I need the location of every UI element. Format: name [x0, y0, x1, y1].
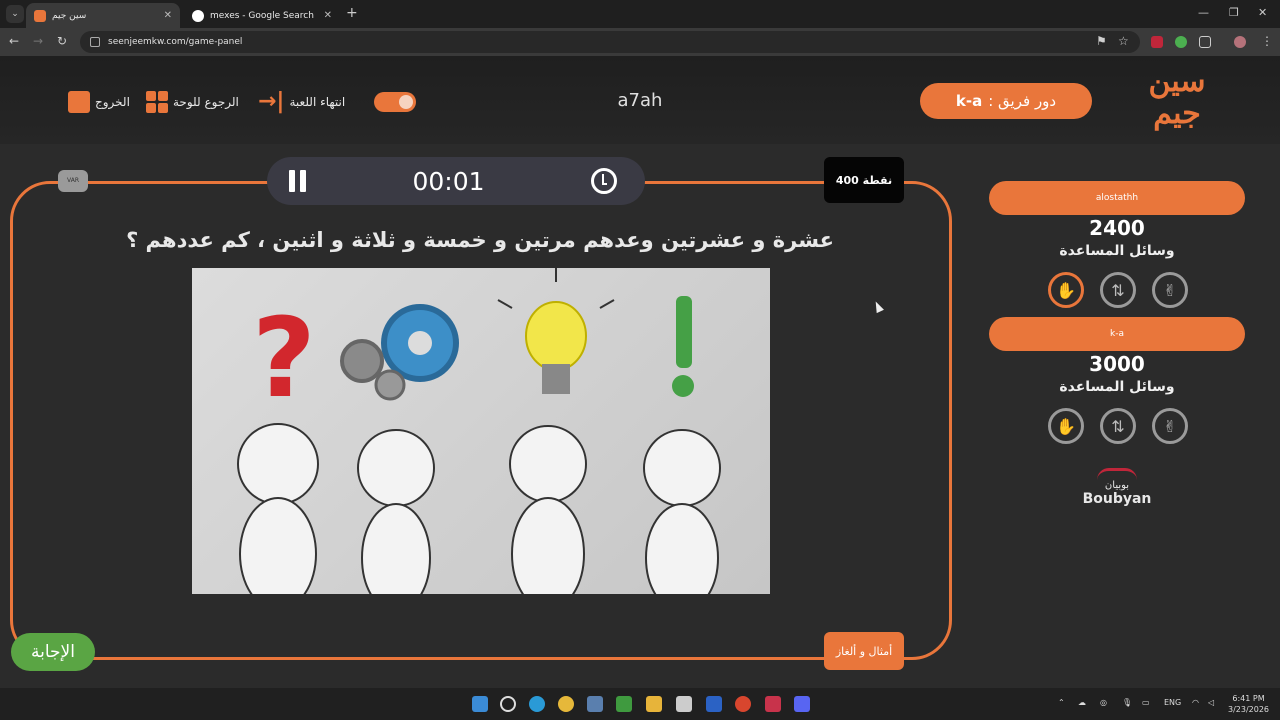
help-tools-label: وسائل المساعدة	[1059, 243, 1175, 259]
back-to-board-label: الرجوع للوحة	[173, 95, 239, 109]
sound-toggle[interactable]	[374, 90, 416, 114]
url-text: seenjeemkw.com/game-panel	[108, 37, 243, 47]
acrobat-icon[interactable]	[765, 696, 781, 712]
browser-toolbar: ← → ↻ seenjeemkw.com/game-panel ⚑ ☆ ⋮	[0, 28, 1280, 56]
sponsor-arabic: بوبيان	[1104, 480, 1130, 491]
maximize-button[interactable]: ❐	[1229, 6, 1239, 19]
tab-search-button[interactable]: ⌄	[6, 5, 24, 23]
discord-icon[interactable]	[794, 696, 810, 712]
team-score: 3000	[1089, 352, 1145, 376]
board-grid-icon	[146, 91, 168, 113]
question-image: ?	[192, 268, 770, 594]
new-tab-button[interactable]: +	[346, 5, 358, 21]
chrome-icon[interactable]	[558, 696, 574, 712]
team-name-alostathh: alostathh	[989, 181, 1245, 215]
question-text: عشرة و عشرتين وعدهم مرتين و خمسة و ثلاثة…	[126, 228, 834, 252]
clock-time: 6:41 PM	[1232, 694, 1265, 703]
points-badge: 400 نقطة	[824, 157, 904, 203]
help-tools-row: ✋ ⇅ ✌	[1048, 272, 1188, 308]
seen-jeem-favicon-icon	[34, 9, 46, 22]
windows-taskbar: ⌃ ☁ ◎ 🎙 ▭ ENG ◠ ◁ 6:41 PM 3/23/2026	[0, 688, 1280, 720]
swap-question-icon[interactable]: ⇅	[1100, 272, 1136, 308]
game-title: a7ah	[617, 90, 663, 111]
windows-start-icon[interactable]	[472, 696, 488, 712]
hand-stop-icon[interactable]: ✋	[1048, 272, 1084, 308]
tray-app-icon[interactable]: ◎	[1100, 698, 1107, 707]
team-name-k-a: k-a	[989, 317, 1245, 351]
browser-menu-icon[interactable]: ⋮	[1261, 34, 1273, 48]
onedrive-icon[interactable]: ☁	[1078, 698, 1086, 707]
close-tab-icon[interactable]: ✕	[164, 10, 172, 21]
svg-text:?: ?	[252, 294, 316, 422]
minecraft-icon[interactable]	[616, 696, 632, 712]
tray-chevron-icon[interactable]: ⌃	[1058, 698, 1065, 707]
tray-app-icon[interactable]: ▭	[1142, 698, 1150, 707]
swap-question-icon[interactable]: ⇅	[1100, 408, 1136, 444]
back-arrow-icon[interactable]: ←	[9, 34, 19, 48]
search-icon[interactable]	[500, 696, 516, 712]
end-arrow-icon: →|	[258, 89, 285, 114]
boubyan-arc-icon	[1097, 468, 1137, 480]
profile-avatar[interactable]	[1234, 36, 1246, 48]
address-bar[interactable]: seenjeemkw.com/game-panel	[80, 31, 1140, 53]
clock-date: 3/23/2026	[1228, 705, 1270, 714]
seen-jeem-logo: سين جيم	[1148, 64, 1206, 131]
file-explorer-icon[interactable]	[646, 696, 662, 712]
taskbar-clock[interactable]: 6:41 PM 3/23/2026	[1228, 693, 1269, 715]
help-tools-row: ✋ ⇅ ✌	[1048, 408, 1188, 444]
microphone-icon[interactable]: 🎙	[1122, 698, 1132, 707]
end-game-button[interactable]: →| انتهاء اللعبة	[258, 90, 345, 114]
translate-icon[interactable]: ⚑	[1096, 34, 1107, 48]
minimize-button[interactable]: —	[1198, 6, 1209, 19]
reveal-answer-button[interactable]: الإجابة	[11, 633, 95, 671]
sponsor-english: Boubyan	[1082, 491, 1152, 507]
tab-seen-jeem[interactable]: سين جيم ✕	[26, 3, 180, 28]
hand-stop-icon[interactable]: ✋	[1048, 408, 1084, 444]
google-favicon-icon	[192, 9, 204, 22]
extension-icon[interactable]	[1175, 36, 1187, 48]
back-to-board-button[interactable]: الرجوع للوحة	[146, 90, 239, 114]
site-info-icon[interactable]	[90, 37, 100, 47]
bookmark-star-icon[interactable]: ☆	[1118, 34, 1129, 48]
turn-prefix: دور فريق :	[988, 92, 1057, 110]
browser-tab-bar: ⌄ سين جيم ✕ mexes - Google Search ✕ + — …	[0, 0, 1280, 28]
thinking-figures-illustration: ?	[237, 268, 721, 594]
app-icon[interactable]	[735, 696, 751, 712]
volume-icon[interactable]: ◁	[1208, 698, 1214, 707]
sponsor-logo: بوبيان Boubyan	[1068, 468, 1166, 507]
var-button[interactable]: VAR	[58, 170, 88, 192]
tab-google-search[interactable]: mexes - Google Search ✕	[184, 3, 340, 28]
exit-door-icon	[68, 91, 90, 113]
category-badge: أمثال و ألغاز	[824, 632, 904, 670]
tab-title: سين جيم	[52, 10, 87, 21]
exit-button[interactable]: الخروج	[68, 90, 130, 114]
reset-timer-icon[interactable]	[590, 168, 617, 194]
end-game-label: انتهاء اللعبة	[289, 95, 346, 109]
exit-label: الخروج	[95, 95, 130, 109]
forward-arrow-icon[interactable]: →	[33, 34, 43, 48]
extension-icon[interactable]	[1151, 36, 1163, 48]
edge-icon[interactable]	[529, 696, 545, 712]
steam-icon[interactable]	[587, 696, 603, 712]
team-turn-indicator: دور فريق : k-a	[920, 83, 1092, 119]
turn-team-name: k-a	[955, 92, 983, 110]
two-answers-icon[interactable]: ✌	[1152, 408, 1188, 444]
close-window-button[interactable]: ✕	[1258, 6, 1267, 19]
timer-value: 00:01	[412, 166, 485, 196]
tab-title: mexes - Google Search	[210, 10, 314, 21]
word-icon[interactable]	[706, 696, 722, 712]
pause-icon[interactable]	[289, 170, 306, 192]
two-answers-icon[interactable]: ✌	[1152, 272, 1188, 308]
extensions-puzzle-icon[interactable]	[1199, 36, 1211, 48]
wifi-icon[interactable]: ◠	[1192, 698, 1199, 707]
language-indicator[interactable]: ENG	[1164, 698, 1181, 707]
store-icon[interactable]	[676, 696, 692, 712]
help-tools-label: وسائل المساعدة	[1059, 379, 1175, 395]
toggle-switch[interactable]	[374, 92, 416, 112]
reload-icon[interactable]: ↻	[57, 34, 67, 48]
timer-bar: 00:01	[267, 157, 645, 205]
team-score: 2400	[1089, 216, 1145, 240]
close-tab-icon[interactable]: ✕	[324, 10, 332, 21]
